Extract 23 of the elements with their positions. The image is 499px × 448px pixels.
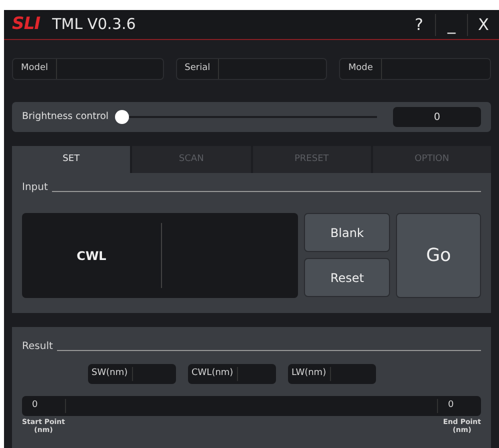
- logo: SLI: [12, 12, 40, 36]
- brightness-label: Brightness control: [22, 110, 109, 124]
- minimize-button[interactable]: _: [435, 14, 467, 36]
- start-point-value[interactable]: 0: [22, 399, 66, 413]
- window-title: TML V0.3.6: [52, 14, 136, 36]
- info-field[interactable]: Mode: [339, 58, 492, 80]
- help-button[interactable]: ?: [403, 14, 435, 36]
- result-field[interactable]: SW(nm): [88, 364, 176, 384]
- cwl-input-field[interactable]: CWL: [22, 213, 298, 298]
- result-field[interactable]: CWL(nm): [188, 364, 276, 384]
- brightness-slider[interactable]: [114, 110, 377, 124]
- blank-button[interactable]: Blank: [304, 213, 390, 252]
- info-field[interactable]: Model: [12, 58, 164, 80]
- close-button[interactable]: X: [467, 14, 499, 36]
- go-button[interactable]: Go: [396, 213, 481, 298]
- info-field[interactable]: Serial: [176, 58, 328, 80]
- section-title: Input: [22, 181, 48, 195]
- brightness-value[interactable]: 0: [393, 107, 481, 127]
- section-title: Result: [22, 340, 53, 354]
- tab[interactable]: SET: [12, 146, 130, 173]
- result-field[interactable]: LW(nm): [288, 364, 376, 384]
- end-point-value[interactable]: 0: [437, 399, 481, 413]
- reset-button[interactable]: Reset: [304, 258, 390, 297]
